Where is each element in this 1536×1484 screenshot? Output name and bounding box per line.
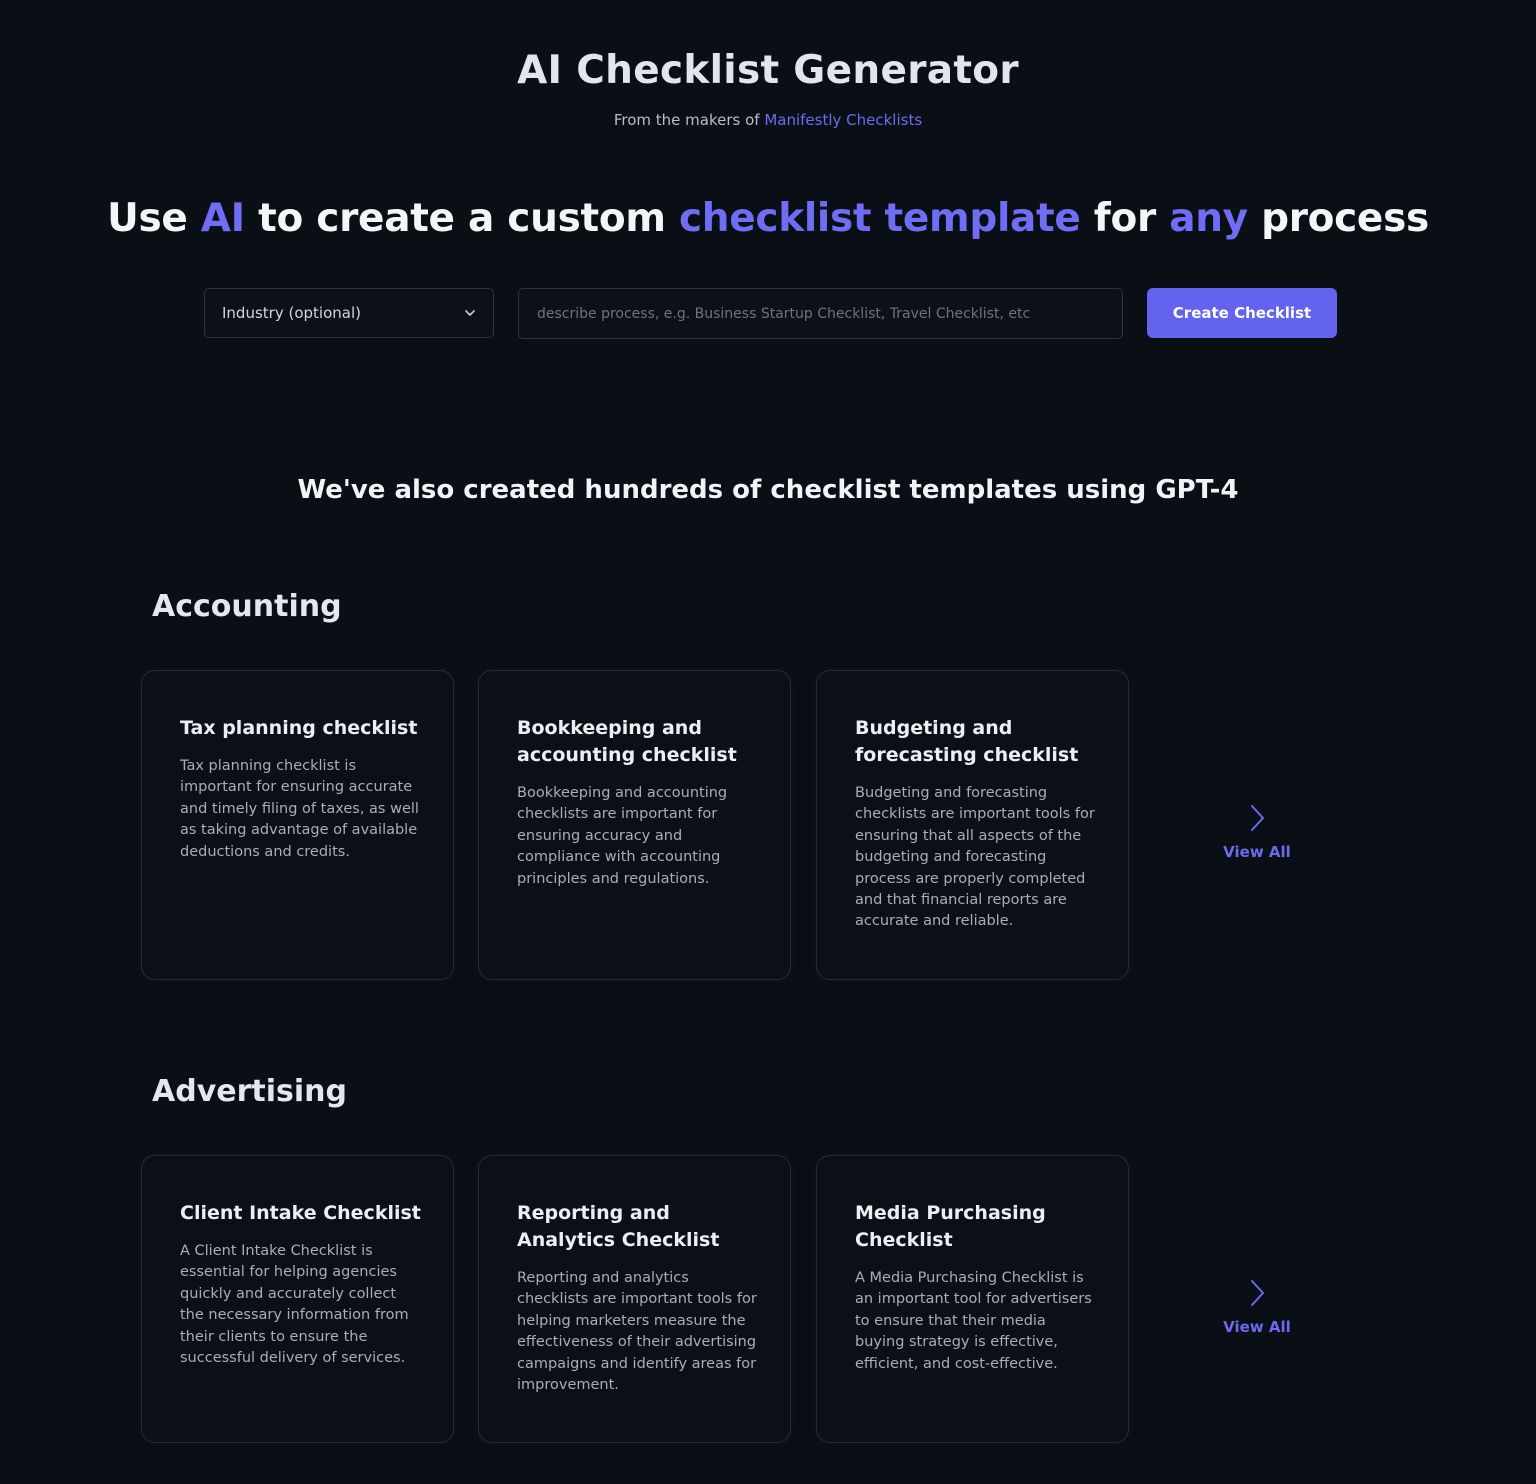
hero-highlight-ai: AI [200, 196, 245, 241]
card-title: Bookkeeping and accounting checklist [517, 717, 737, 766]
template-card[interactable]: Budgeting and forecasting checklist Budg… [816, 670, 1129, 980]
site-title: AI Checklist Generator [517, 48, 1019, 93]
makers-prefix: From the makers of [613, 111, 765, 129]
makers-line: From the makers of Manifestly Checklists [0, 111, 1536, 129]
template-card[interactable]: Bookkeeping and accounting checklist Boo… [478, 670, 791, 980]
card-description: Reporting and analytics checklists are i… [517, 1270, 757, 1394]
card-description: Budgeting and forecasting checklists are… [855, 785, 1095, 930]
process-input[interactable] [518, 288, 1123, 339]
template-card[interactable]: Media Purchasing Checklist A Media Purch… [816, 1155, 1129, 1443]
manifestly-link[interactable]: Manifestly Checklists [764, 111, 922, 129]
templates-heading: We've also created hundreds of checklist… [297, 475, 1239, 505]
hero-part-2: to create a custom [244, 196, 679, 241]
page: AI Checklist Generator From the makers o… [0, 0, 1536, 1484]
section-title-accounting: Accounting [152, 589, 342, 624]
hero-part-3: for [1080, 196, 1170, 241]
template-card[interactable]: Reporting and Analytics Checklist Report… [478, 1155, 791, 1443]
industry-select[interactable]: Industry (optional) [204, 288, 494, 338]
card-title: Client Intake Checklist [180, 1202, 421, 1224]
template-card[interactable]: Tax planning checklist Tax planning chec… [141, 670, 454, 980]
chevron-down-icon [465, 310, 475, 316]
hero-part-4: process [1247, 196, 1429, 241]
chevron-right-icon [1251, 1280, 1264, 1306]
view-all-accounting[interactable]: View All [1197, 803, 1317, 861]
card-title: Budgeting and forecasting checklist [855, 717, 1079, 766]
industry-select-label: Industry (optional) [222, 304, 361, 322]
card-description: A Client Intake Checklist is essential f… [180, 1243, 409, 1367]
create-checklist-button[interactable]: Create Checklist [1147, 288, 1337, 338]
view-all-label: View All [1223, 843, 1291, 861]
card-title: Tax planning checklist [180, 717, 418, 739]
hero-highlight-template: checklist template [678, 196, 1081, 241]
card-description: Tax planning checklist is important for … [180, 758, 419, 860]
section-title-advertising: Advertising [152, 1074, 347, 1109]
hero-part-1: Use [107, 196, 201, 241]
chevron-right-icon [1251, 805, 1264, 831]
card-title: Media Purchasing Checklist [855, 1202, 1046, 1251]
view-all-label: View All [1223, 1318, 1291, 1336]
hero-headline: Use AI to create a custom checklist temp… [0, 196, 1536, 241]
view-all-advertising[interactable]: View All [1197, 1278, 1317, 1336]
card-description: Bookkeeping and accounting checklists ar… [517, 785, 728, 887]
card-description: A Media Purchasing Checklist is an impor… [855, 1270, 1092, 1372]
card-title: Reporting and Analytics Checklist [517, 1202, 720, 1251]
template-card[interactable]: Client Intake Checklist A Client Intake … [141, 1155, 454, 1443]
hero-highlight-any: any [1169, 196, 1248, 241]
